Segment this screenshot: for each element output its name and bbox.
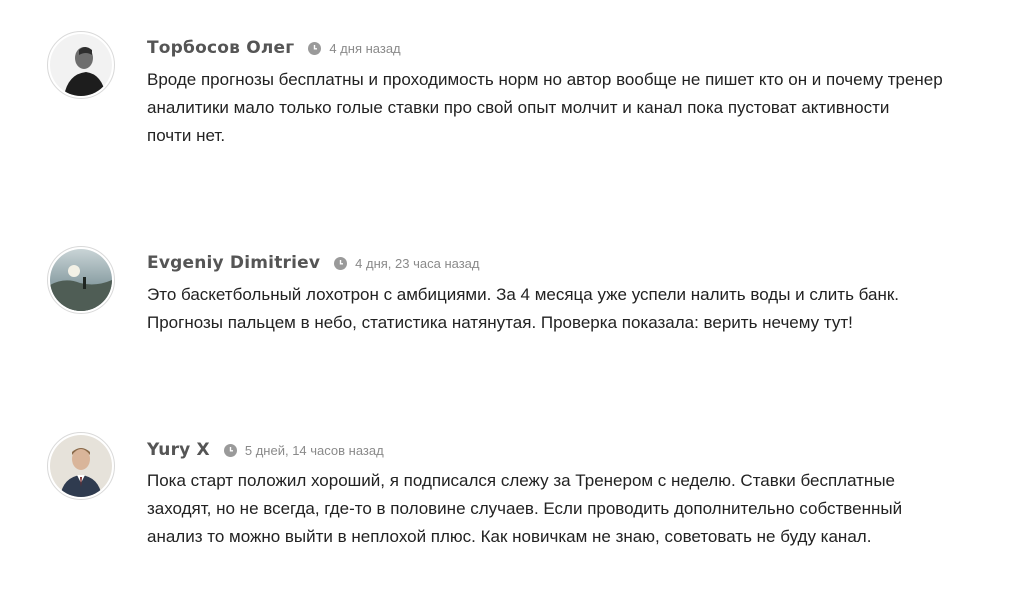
user-avatar-icon [50,435,112,497]
comment-text-line: Пока старт положил хороший, я подписался… [147,471,895,490]
author-name[interactable]: Yury X [147,440,210,460]
comment-time: 4 дня, 23 часа назад [355,255,480,271]
clock-icon [223,443,237,457]
comment-text-line: Вроде прогнозы бесплатны и проходимость … [147,70,943,89]
avatar[interactable] [47,432,115,500]
comment-text: Пока старт положил хороший, я подписался… [147,467,992,551]
clock-icon [334,256,348,270]
comment-time: 4 дня назад [329,40,401,56]
comment-text-line: заходят, но не всегда, где-то в половине… [147,499,903,518]
author-name[interactable]: Evgeniy Dimitriev [147,253,320,273]
comment-meta: Торбосов Олег 4 дня назад [147,37,401,59]
user-avatar-icon [50,249,112,311]
comment-text-line: анализ то можно выйти в неплохой плюс. К… [147,527,872,546]
comment-meta: Yury X 5 дней, 14 часов назад [147,439,384,461]
user-avatar-icon [50,34,112,96]
comment-text: Это баскетбольный лохотрон с амбициями. … [147,281,992,337]
author-name[interactable]: Торбосов Олег [147,38,294,58]
avatar[interactable] [47,246,115,314]
comment-text-line: аналитики мало только голые ставки про с… [147,98,890,117]
comment-text-line: Это баскетбольный лохотрон с амбициями. … [147,285,899,304]
comment-text-line: Прогнозы пальцем в небо, статистика натя… [147,313,853,332]
comment-text: Вроде прогнозы бесплатны и проходимость … [147,66,992,150]
avatar[interactable] [47,31,115,99]
clock-icon [308,41,322,55]
comment-text-line: почти нет. [147,126,226,145]
comment-time: 5 дней, 14 часов назад [244,442,384,458]
comment-meta: Evgeniy Dimitriev 4 дня, 23 часа назад [147,252,479,274]
